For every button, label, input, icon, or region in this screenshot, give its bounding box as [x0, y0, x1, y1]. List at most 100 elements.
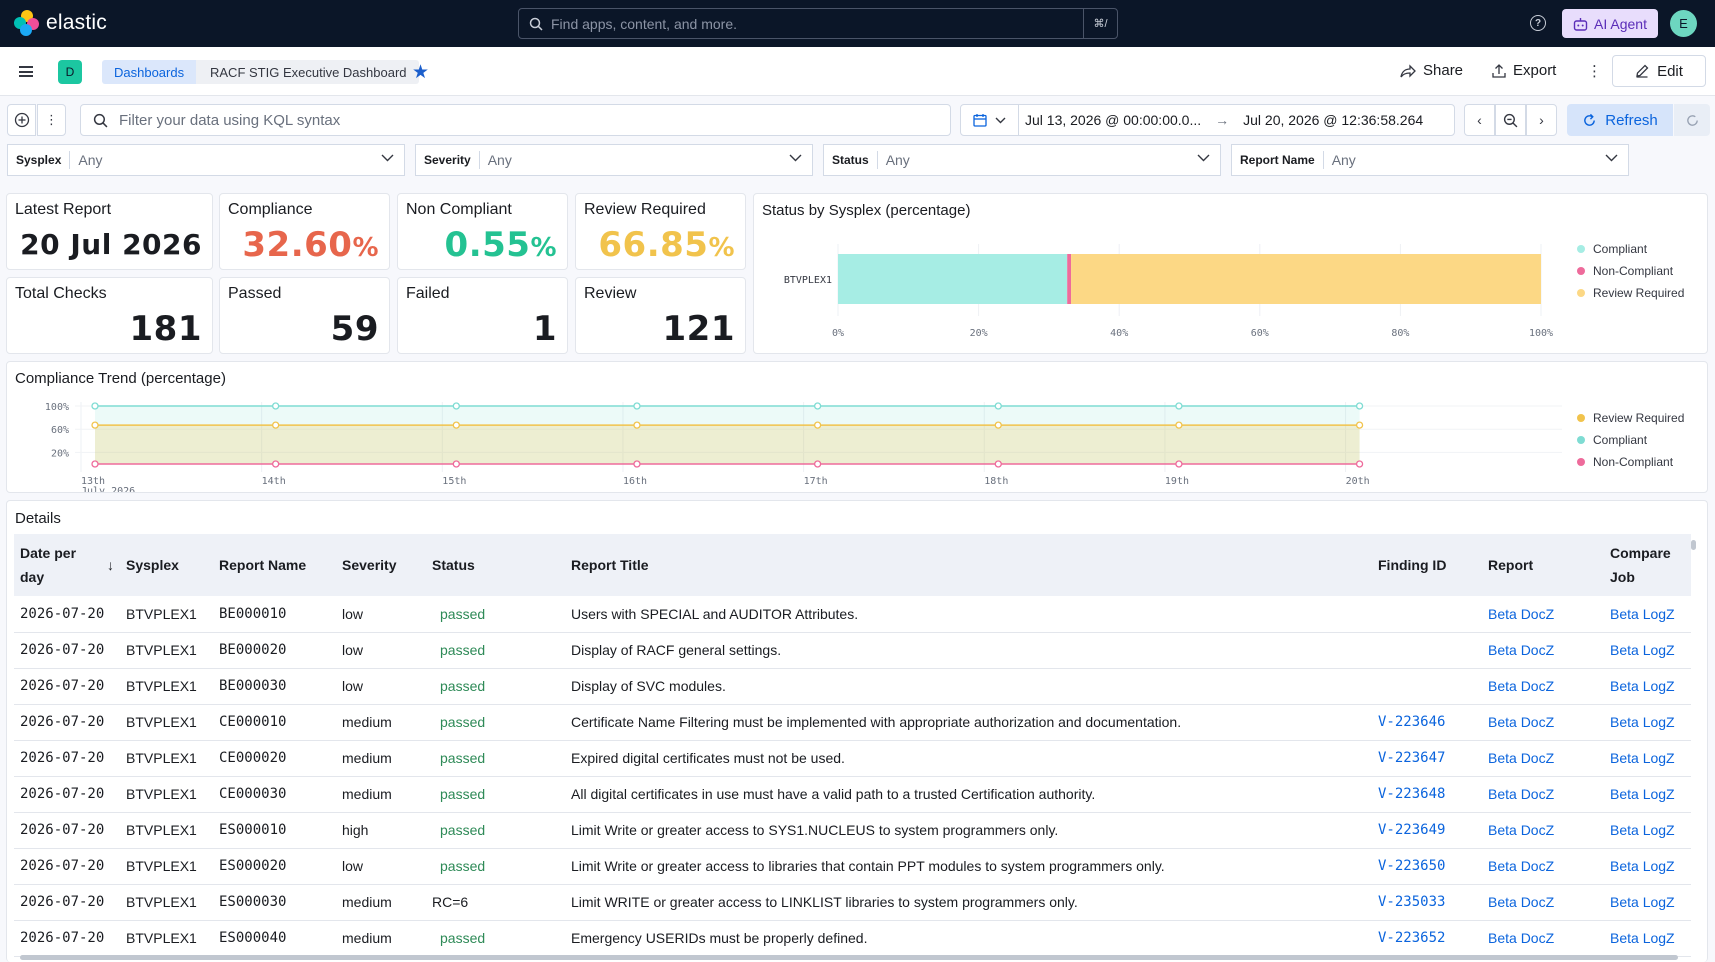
legend-item[interactable]: Compliant [1577, 429, 1684, 451]
point-non-compliant[interactable] [633, 460, 641, 468]
menu-icon[interactable] [19, 66, 33, 77]
cell-compare-job[interactable]: Beta LogZ [1604, 812, 1691, 849]
point-compliant[interactable] [1355, 402, 1364, 410]
cell-compare-job[interactable]: Beta LogZ [1604, 848, 1691, 885]
legend-item[interactable]: Review Required [1577, 282, 1684, 304]
table-row[interactable]: 2026-07-20 BTVPLEX1 ES000020 low passed Limit… [14, 848, 1691, 885]
add-filter-icon[interactable] [7, 104, 36, 136]
point-review-required[interactable] [272, 421, 280, 429]
vertical-scrollbar[interactable] [1691, 540, 1696, 550]
column-header[interactable]: Report [1482, 534, 1604, 596]
sort-arrow-icon[interactable]: ↓ [107, 553, 114, 577]
chevron-right-icon[interactable]: › [1526, 104, 1557, 136]
cell-report[interactable]: Beta DocZ [1482, 668, 1604, 705]
point-review-required[interactable] [452, 421, 460, 429]
point-compliant[interactable] [272, 402, 280, 410]
cell-report[interactable]: Beta DocZ [1482, 812, 1604, 849]
point-compliant[interactable] [452, 402, 460, 410]
point-review-required[interactable] [1175, 421, 1183, 429]
column-header[interactable]: Severity [336, 534, 426, 596]
cell-compare-job[interactable]: Beta LogZ [1604, 920, 1691, 957]
user-avatar[interactable]: E [1670, 10, 1697, 37]
point-review-required[interactable] [91, 421, 99, 429]
cell-compare-job[interactable]: Beta LogZ [1604, 704, 1691, 741]
zoom-out-icon[interactable] [1495, 104, 1526, 136]
control-sysplex[interactable]: Sysplex Any [7, 144, 405, 176]
table-row[interactable]: 2026-07-20 BTVPLEX1 BE000010 low passed Users… [14, 596, 1691, 633]
point-non-compliant[interactable] [994, 460, 1002, 468]
column-header[interactable]: Compare Job [1604, 534, 1691, 596]
quick-menu-button[interactable] [961, 105, 1019, 135]
point-non-compliant[interactable] [91, 460, 99, 468]
legend-item[interactable]: Compliant [1577, 238, 1684, 260]
cell-report[interactable]: Beta DocZ [1482, 776, 1604, 813]
point-non-compliant[interactable] [1355, 460, 1364, 468]
cell-compare-job[interactable]: Beta LogZ [1604, 668, 1691, 705]
legend-item[interactable]: Non-Compliant [1577, 260, 1684, 282]
bar-segment-review-required[interactable] [1071, 254, 1541, 304]
cell-compare-job[interactable]: Beta LogZ [1604, 740, 1691, 777]
start-date[interactable]: Jul 13, 2026 @ 00:00:00.0... [1025, 112, 1201, 128]
column-header[interactable]: Report Title [565, 534, 1372, 596]
cell-compare-job[interactable]: Beta LogZ [1604, 776, 1691, 813]
cell-finding-id[interactable]: V-223646 [1372, 704, 1482, 741]
point-non-compliant[interactable] [272, 460, 280, 468]
bar-segment-compliant[interactable] [838, 254, 1068, 304]
chevron-left-icon[interactable]: ‹ [1464, 104, 1495, 136]
table-row[interactable]: 2026-07-20 BTVPLEX1 BE000030 low passed Displ… [14, 668, 1691, 705]
point-compliant[interactable] [994, 402, 1002, 410]
point-non-compliant[interactable] [452, 460, 460, 468]
point-compliant[interactable] [813, 402, 822, 410]
end-date[interactable]: Jul 20, 2026 @ 12:36:58.264 [1243, 112, 1423, 128]
space-avatar[interactable]: D [58, 60, 82, 84]
favorite-star-icon[interactable]: ★ [412, 61, 429, 84]
bar-segment-non-compliant[interactable] [1067, 254, 1072, 304]
point-review-required[interactable] [813, 421, 822, 429]
help-icon[interactable]: ? [1530, 15, 1546, 31]
date-picker[interactable]: Jul 13, 2026 @ 00:00:00.0... → Jul 20, 2… [960, 104, 1455, 136]
legend-item[interactable]: Non-Compliant [1577, 451, 1684, 473]
point-review-required[interactable] [633, 421, 641, 429]
cell-finding-id[interactable]: V-223647 [1372, 740, 1482, 777]
column-header[interactable]: Status [426, 534, 565, 596]
table-row[interactable]: 2026-07-20 BTVPLEX1 ES000030 medium RC=6 Limi… [14, 884, 1691, 921]
table-row[interactable]: 2026-07-20 BTVPLEX1 ES000010 high passed Limi… [14, 812, 1691, 849]
cell-report[interactable]: Beta DocZ [1482, 632, 1604, 669]
table-row[interactable]: 2026-07-20 BTVPLEX1 ES000040 medium passed Em… [14, 920, 1691, 957]
elastic-logo[interactable]: elastic [14, 10, 107, 36]
cell-compare-job[interactable]: Beta LogZ [1604, 596, 1691, 633]
point-non-compliant[interactable] [1175, 460, 1183, 468]
breadcrumb-dashboards[interactable]: Dashboards [102, 60, 205, 84]
table-row[interactable]: 2026-07-20 BTVPLEX1 BE000020 low passed Displ… [14, 632, 1691, 669]
column-header[interactable]: Finding ID [1372, 534, 1482, 596]
horizontal-scrollbar[interactable] [20, 955, 1678, 960]
cell-finding-id[interactable]: V-223648 [1372, 776, 1482, 813]
control-severity[interactable]: Severity Any [415, 144, 813, 176]
cell-report[interactable]: Beta DocZ [1482, 740, 1604, 777]
point-compliant[interactable] [633, 402, 641, 410]
column-header[interactable]: Report Name [213, 534, 336, 596]
kql-search-input[interactable]: Filter your data using KQL syntax [80, 104, 951, 136]
point-compliant[interactable] [1175, 402, 1183, 410]
cell-finding-id[interactable]: V-223652 [1372, 920, 1482, 957]
table-row[interactable]: 2026-07-20 BTVPLEX1 CE000030 medium passed Al… [14, 776, 1691, 813]
auto-refresh-icon[interactable] [1674, 104, 1710, 136]
cell-report[interactable]: Beta DocZ [1482, 848, 1604, 885]
cell-finding-id[interactable]: V-223649 [1372, 812, 1482, 849]
cell-finding-id[interactable]: V-223650 [1372, 848, 1482, 885]
cell-report[interactable]: Beta DocZ [1482, 596, 1604, 633]
control-status[interactable]: Status Any [823, 144, 1221, 176]
ai-agent-button[interactable]: AI Agent [1562, 9, 1658, 38]
cell-compare-job[interactable]: Beta LogZ [1604, 632, 1691, 669]
cell-report[interactable]: Beta DocZ [1482, 920, 1604, 957]
table-row[interactable]: 2026-07-20 BTVPLEX1 CE000010 medium passed Ce… [14, 704, 1691, 741]
point-non-compliant[interactable] [813, 460, 822, 468]
query-menu-icon[interactable]: ⋮ [37, 104, 66, 136]
control-report-name[interactable]: Report Name Any [1231, 144, 1629, 176]
column-header[interactable]: Sysplex [120, 534, 213, 596]
point-review-required[interactable] [1355, 421, 1364, 429]
table-row[interactable]: 2026-07-20 BTVPLEX1 CE000020 medium passed Ex… [14, 740, 1691, 777]
export-button[interactable]: Export [1492, 62, 1556, 79]
cell-finding-id[interactable] [1372, 668, 1482, 705]
legend-item[interactable]: Review Required [1577, 407, 1684, 429]
